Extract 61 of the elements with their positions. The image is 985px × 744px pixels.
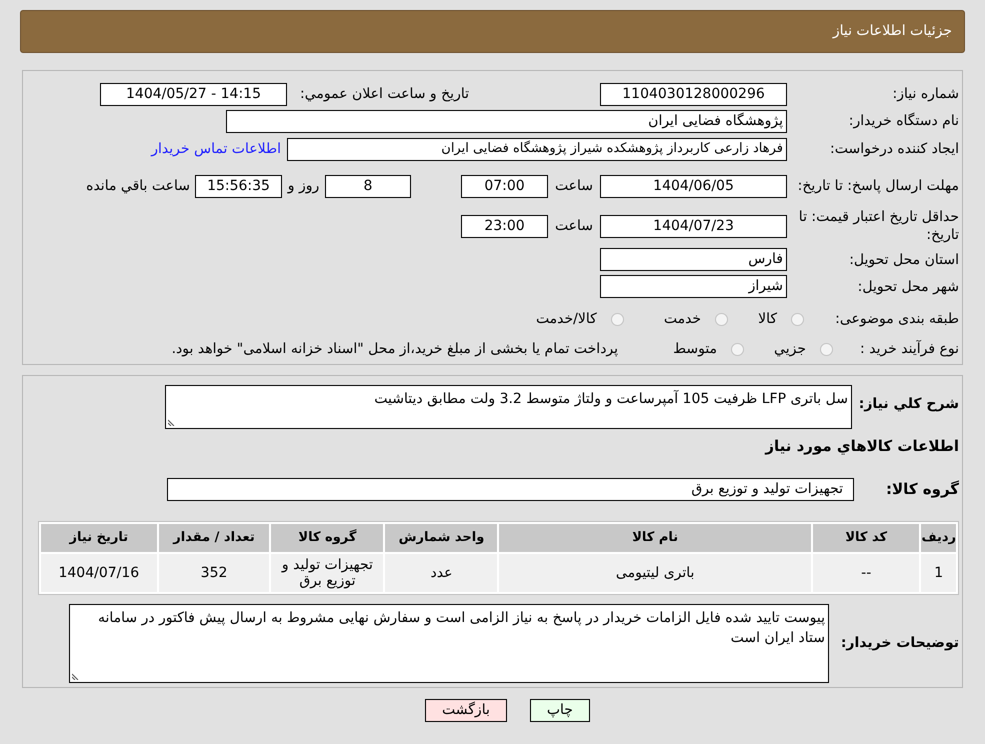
table-cell: 352 xyxy=(158,552,270,592)
remaining-label: ساعت باقي مانده xyxy=(86,176,190,196)
column-header: ردیف xyxy=(920,522,957,552)
field-label: شرح كلي نیاز: xyxy=(858,395,959,414)
section-heading: اطلاعات كالاهاي مورد نیاز xyxy=(764,436,959,457)
radio-option[interactable]: متوسط xyxy=(673,338,744,360)
input-field[interactable]: 07:00 xyxy=(461,174,548,198)
radio-option[interactable]: خدمت xyxy=(664,308,728,330)
column-header: واحد شمارش xyxy=(384,522,498,552)
page-title: جزئیات اطلاعات نیاز xyxy=(832,22,952,41)
field-label: شهر محل تحویل: xyxy=(856,278,959,296)
field-label: تاریخ و ساعت اعلان عمومي: xyxy=(299,84,469,104)
input-field[interactable]: پژوهشگاه فضایی ایران xyxy=(226,110,787,132)
field-label: حداقل تاریخ اعتبار قیمت: تا تاریخ: xyxy=(798,208,959,244)
field-label: نوع فرآیند خرید : xyxy=(859,339,959,358)
radio-option[interactable]: کالا/خدمت xyxy=(536,308,624,330)
days-label: روز و xyxy=(286,176,320,196)
contact-link[interactable]: اطلاعات تماس خریدار xyxy=(151,138,281,160)
field-label: گروه کالا: xyxy=(885,478,959,500)
time-label: ساعت xyxy=(554,216,594,236)
column-header: گروه کالا xyxy=(270,522,384,552)
radio-option[interactable]: کالا xyxy=(758,308,804,330)
purchase-note: پرداخت تمام یا بخشی از مبلغ خرید،از محل "اسناد خزانه اسلامی" خواهد بود. xyxy=(172,340,618,358)
radio-option[interactable]: جزيي xyxy=(774,338,833,360)
input-field[interactable]: تجهیزات تولید و توزیع برق xyxy=(167,478,854,500)
input-field[interactable]: 15:56:35 xyxy=(195,174,282,198)
field-label: توضیحات خریدار: xyxy=(840,634,959,652)
input-field[interactable]: فرهاد زارعی کاربرداز پژوهشکده شیراز پژوهشگاه فضایی ایران xyxy=(287,138,787,160)
field-label: مهلت ارسال پاسخ: تا تاریخ: xyxy=(796,177,959,195)
input-field[interactable]: 1104030128000296 xyxy=(600,82,787,106)
input-field[interactable]: فارس xyxy=(600,248,787,271)
column-header: کد کالا xyxy=(812,522,920,552)
column-header: نام کالا xyxy=(498,522,812,552)
input-field[interactable]: 8 xyxy=(325,174,411,198)
field-label: شماره نیاز: xyxy=(892,85,959,103)
input-field[interactable]: 1404/05/27 - 14:15 xyxy=(100,82,287,106)
table-cell: 1404/07/16 xyxy=(40,552,158,592)
input-field[interactable]: 1404/07/23 xyxy=(600,214,787,238)
column-header: تاریخ نیاز xyxy=(40,522,158,552)
input-field[interactable]: شیراز xyxy=(600,275,787,298)
input-field[interactable]: 23:00 xyxy=(461,214,548,238)
text-area[interactable]: پیوست تایید شده فایل الزامات خریدار در پاسخ به نیاز الزامی است و سفارش نهایی مشروط به ارسال پیش فاکتور در سامانه ستاد ایران است xyxy=(69,604,829,682)
table-cell: عدد xyxy=(384,552,498,592)
table-cell: باتری لیتیومی xyxy=(498,552,812,592)
resize-grip-icon[interactable] xyxy=(168,419,175,426)
text-area[interactable]: سل باتری LFP ظرفیت 105 آمپرساعت و ولتاژ متوسط 3.2 ولت مطابق دیتاشیت xyxy=(165,385,852,429)
field-label: استان محل تحویل: xyxy=(848,250,959,268)
time-label: ساعت xyxy=(554,176,594,196)
table-cell: -- xyxy=(812,552,920,592)
area-text: سل باتری LFP ظرفیت 105 آمپرساعت و ولتاژ متوسط 3.2 ولت مطابق دیتاشیت xyxy=(373,389,849,409)
table-cell: تجهیزات تولید و توزیع برق xyxy=(270,552,384,592)
print-button[interactable]: چاپ xyxy=(530,699,590,722)
area-text: پیوست تایید شده فایل الزامات خریدار در پاسخ به نیاز الزامی است و سفارش نهایی مشروط به ارسال پیش فاکتور در سامانه ستاد ایران است xyxy=(96,608,826,648)
field-label: ایجاد کننده درخواست: xyxy=(829,140,959,158)
back-button[interactable]: بازگشت xyxy=(425,699,507,722)
field-label: طبقه بندی موضوعی: xyxy=(834,310,959,328)
table-cell: 1 xyxy=(920,552,957,592)
input-field[interactable]: 1404/06/05 xyxy=(600,174,787,198)
column-header: تعداد / مقدار xyxy=(158,522,270,552)
field-label: نام دستگاه خریدار: xyxy=(848,112,959,130)
resize-grip-icon[interactable] xyxy=(72,672,79,680)
